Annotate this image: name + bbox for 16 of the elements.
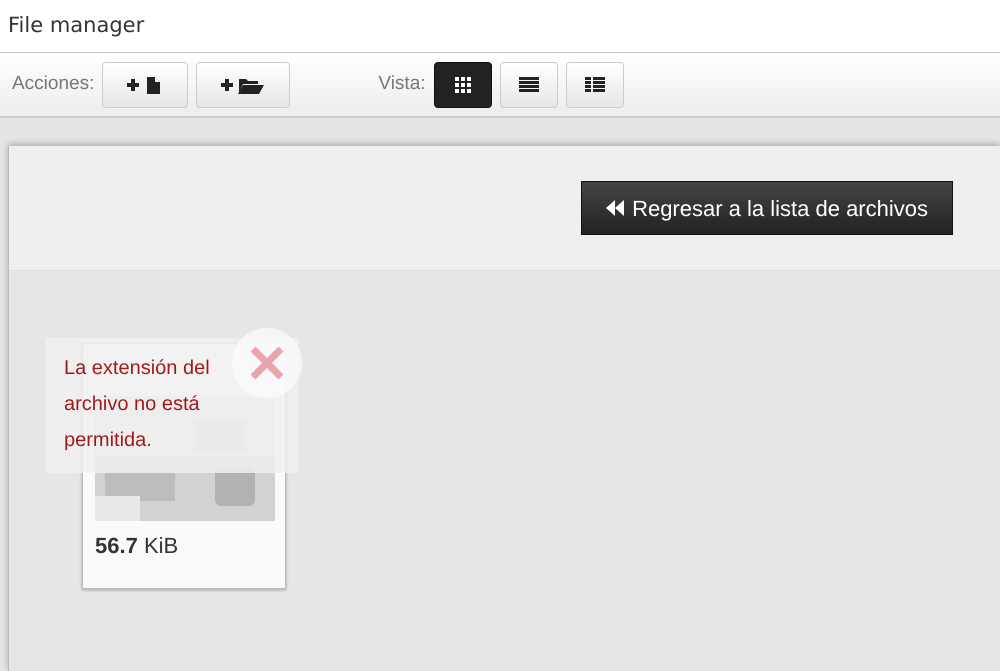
rewind-icon bbox=[606, 200, 624, 216]
back-button[interactable]: Regresar a la lista de archivos bbox=[581, 181, 953, 235]
window-title: File manager bbox=[8, 12, 144, 40]
detail-view-button[interactable] bbox=[566, 62, 624, 108]
grid-icon bbox=[454, 76, 471, 92]
file-size-value: 56.7 bbox=[95, 533, 138, 558]
list-view-button[interactable] bbox=[500, 62, 558, 108]
error-message: La extensión del archivo no está permitida. bbox=[64, 356, 211, 453]
actions-label: Acciones: bbox=[12, 72, 94, 96]
detail-list-icon bbox=[584, 76, 605, 92]
new-file-button[interactable] bbox=[102, 62, 188, 108]
list-icon bbox=[518, 76, 539, 92]
view-label: Vista: bbox=[378, 72, 426, 96]
file-size-unit: KiB bbox=[144, 533, 178, 558]
grid-view-button[interactable] bbox=[434, 62, 492, 108]
new-folder-button[interactable] bbox=[196, 62, 290, 108]
